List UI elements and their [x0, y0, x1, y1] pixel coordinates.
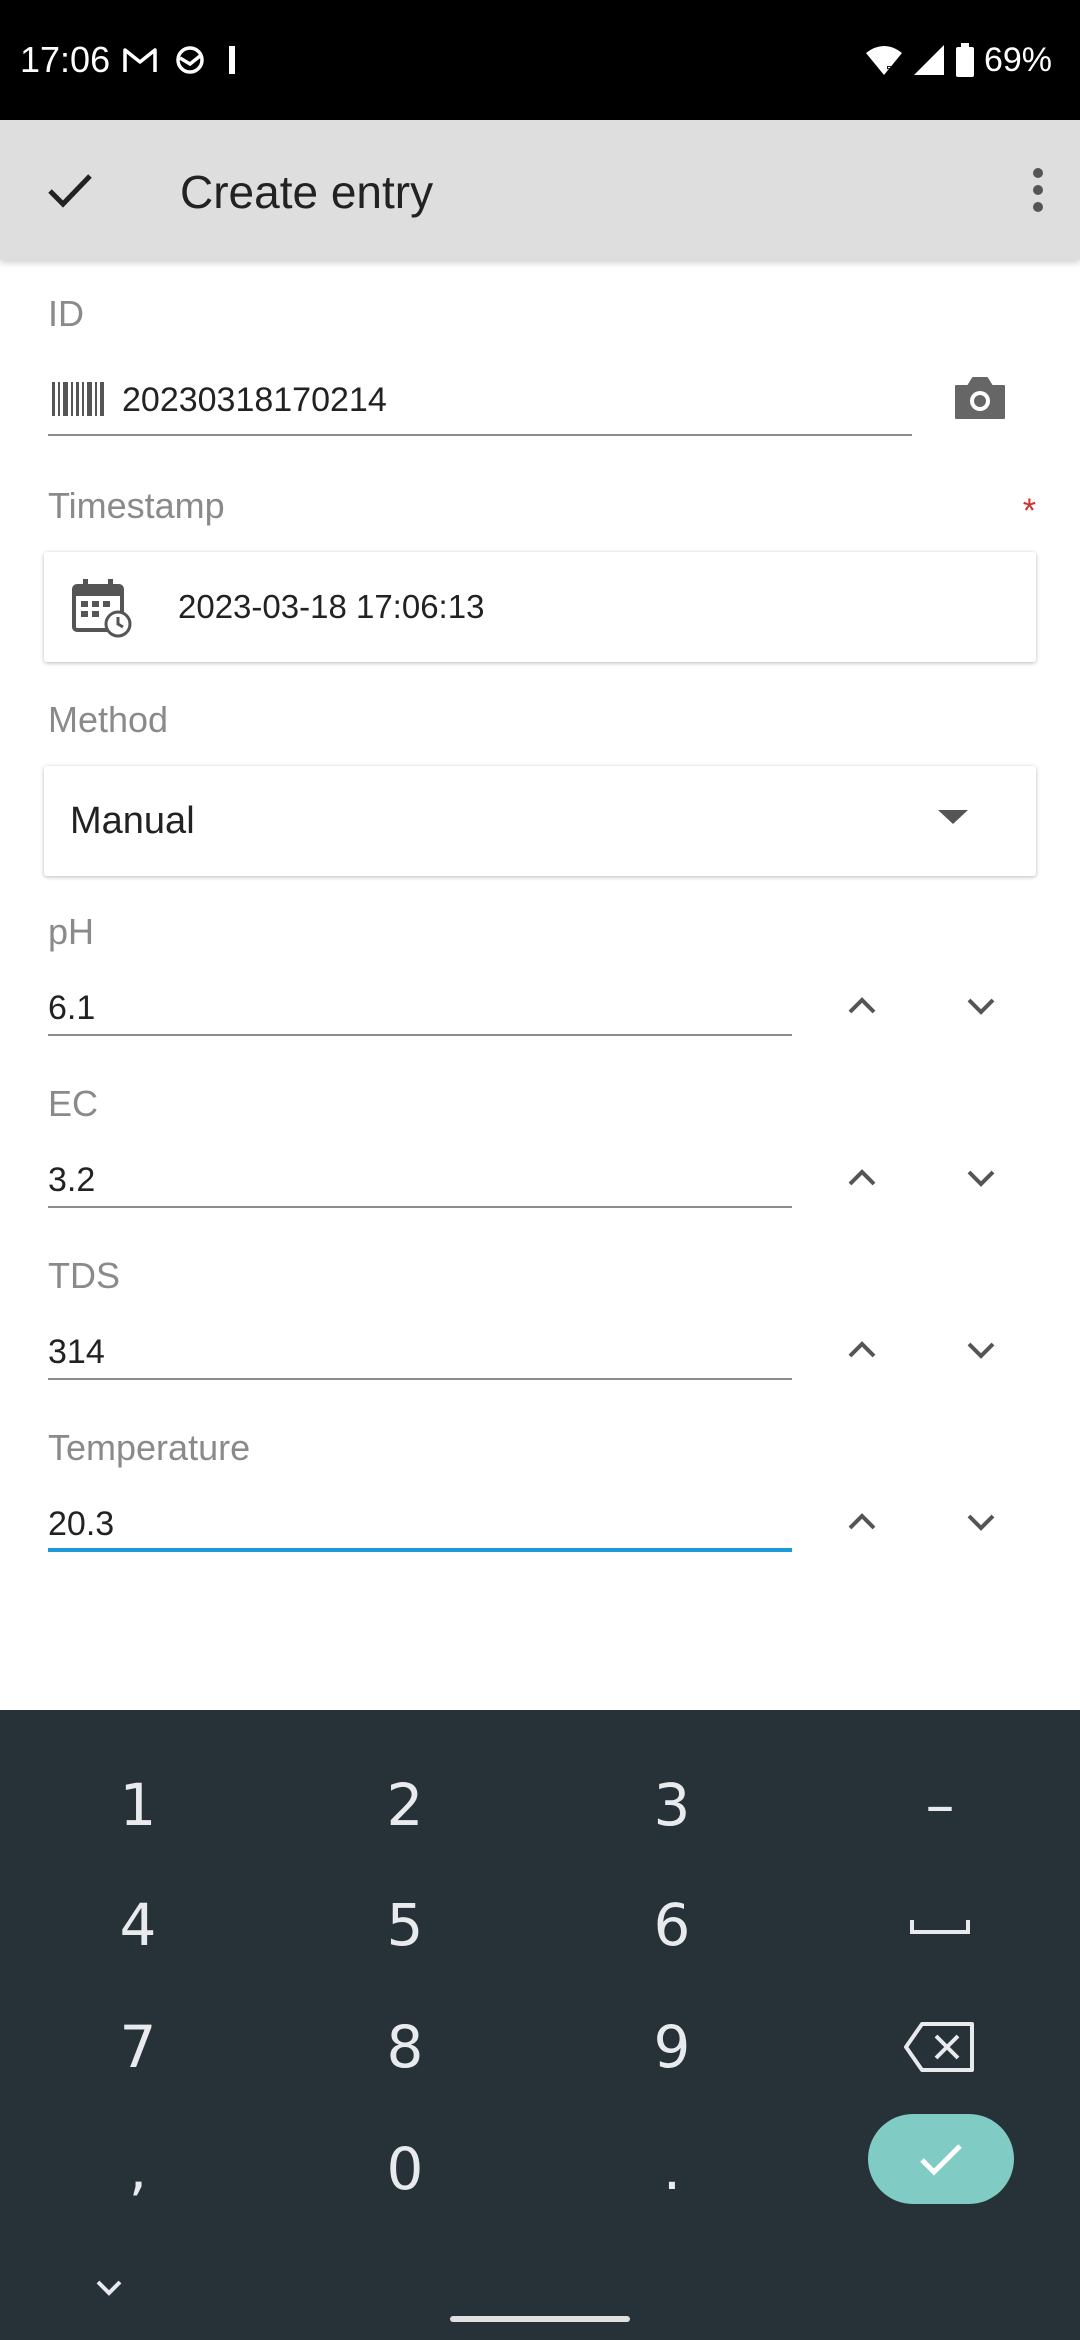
ec-increment-button[interactable]	[832, 1148, 892, 1208]
battery-percent: 69%	[983, 41, 1052, 79]
key-3[interactable]: 3	[572, 1750, 772, 1860]
key-period[interactable]: .	[572, 2114, 772, 2224]
key-1[interactable]: 1	[38, 1750, 238, 1860]
temperature-input[interactable]: 20.3	[48, 1500, 792, 1552]
id-value: 20230318170214	[122, 381, 387, 419]
gesture-nav-handle[interactable]	[450, 2316, 630, 2322]
svg-text:5: 5	[886, 65, 892, 76]
enter-check-icon	[920, 2144, 962, 2176]
tds-label: TDS	[48, 1255, 120, 1296]
calendar-clock-icon	[72, 579, 132, 638]
cell-signal-icon	[913, 45, 944, 75]
id-field[interactable]: 20230318170214	[48, 370, 912, 436]
key-4[interactable]: 4	[38, 1870, 238, 1980]
key-2[interactable]: 2	[305, 1750, 505, 1860]
ec-decrement-button[interactable]	[951, 1148, 1011, 1208]
app-bar: Create entry	[0, 120, 1080, 260]
chevron-up-icon	[848, 997, 876, 1014]
wifi-icon: 5	[865, 46, 902, 76]
more-vert-icon[interactable]	[1008, 160, 1068, 220]
temperature-value: 20.3	[48, 1505, 115, 1543]
method-select[interactable]: Manual	[44, 766, 1036, 876]
battery-icon	[955, 43, 974, 77]
key-backspace[interactable]	[880, 1992, 1000, 2102]
chevron-down-icon	[967, 998, 995, 1015]
key-space[interactable]	[880, 1870, 1000, 1980]
status-time: 17:06	[20, 39, 111, 80]
temperature-decrement-button[interactable]	[951, 1492, 1011, 1552]
gmail-icon	[123, 48, 157, 72]
method-value: Manual	[70, 800, 195, 842]
timestamp-label: Timestamp	[48, 485, 225, 526]
barcode-icon	[52, 382, 104, 416]
ec-input[interactable]: 3.2	[48, 1156, 792, 1208]
temperature-increment-button[interactable]	[832, 1492, 892, 1552]
tds-value: 314	[48, 1333, 105, 1371]
key-6[interactable]: 6	[572, 1870, 772, 1980]
key-7[interactable]: 7	[38, 1992, 238, 2102]
space-icon	[910, 1920, 970, 1934]
key-comma[interactable]: ,	[38, 2114, 238, 2224]
sync-icon	[176, 46, 204, 74]
key-8[interactable]: 8	[305, 1992, 505, 2102]
backspace-icon	[904, 2022, 974, 2072]
ph-increment-button[interactable]	[832, 976, 892, 1036]
ph-label: pH	[48, 911, 95, 952]
tds-input[interactable]: 314	[48, 1328, 792, 1380]
signal-bar-icon	[229, 46, 235, 74]
ph-decrement-button[interactable]	[951, 976, 1011, 1036]
tds-increment-button[interactable]	[832, 1320, 892, 1380]
tds-decrement-button[interactable]	[951, 1320, 1011, 1380]
dropdown-arrow-icon	[938, 810, 968, 824]
ec-value: 3.2	[48, 1161, 96, 1199]
chevron-down-icon	[967, 1170, 995, 1187]
chevron-up-icon	[848, 1341, 876, 1358]
check-icon[interactable]	[42, 162, 98, 218]
key-0[interactable]: 0	[305, 2114, 505, 2224]
required-marker: *	[1022, 492, 1036, 530]
numeric-keyboard: 1 2 3 – 4 5 6 7 8 9 , 0 .	[0, 1710, 1080, 2340]
ec-label: EC	[48, 1083, 99, 1124]
enter-key[interactable]	[868, 2114, 1014, 2204]
hide-keyboard-icon[interactable]	[84, 2262, 134, 2312]
chevron-down-icon	[967, 1342, 995, 1359]
status-system-icons: 5 69%	[864, 38, 1052, 82]
key-5[interactable]: 5	[305, 1870, 505, 1980]
key-minus[interactable]: –	[840, 1750, 1040, 1860]
chevron-up-icon	[848, 1169, 876, 1186]
chevron-down-icon	[967, 1514, 995, 1531]
method-label: Method	[48, 699, 169, 740]
chevron-up-icon	[848, 1513, 876, 1530]
status-notification-icons	[122, 40, 242, 80]
temperature-label: Temperature	[48, 1427, 251, 1468]
camera-icon[interactable]	[952, 370, 1008, 426]
id-label: ID	[48, 293, 84, 334]
timestamp-value: 2023-03-18 17:06:13	[178, 588, 485, 625]
page-title: Create entry	[180, 166, 434, 218]
timestamp-field[interactable]: 2023-03-18 17:06:13	[44, 552, 1036, 662]
key-9[interactable]: 9	[572, 1992, 772, 2102]
status-bar: 17:06 5 69%	[0, 0, 1080, 120]
ph-input[interactable]: 6.1	[48, 984, 792, 1036]
ph-value: 6.1	[48, 989, 96, 1027]
